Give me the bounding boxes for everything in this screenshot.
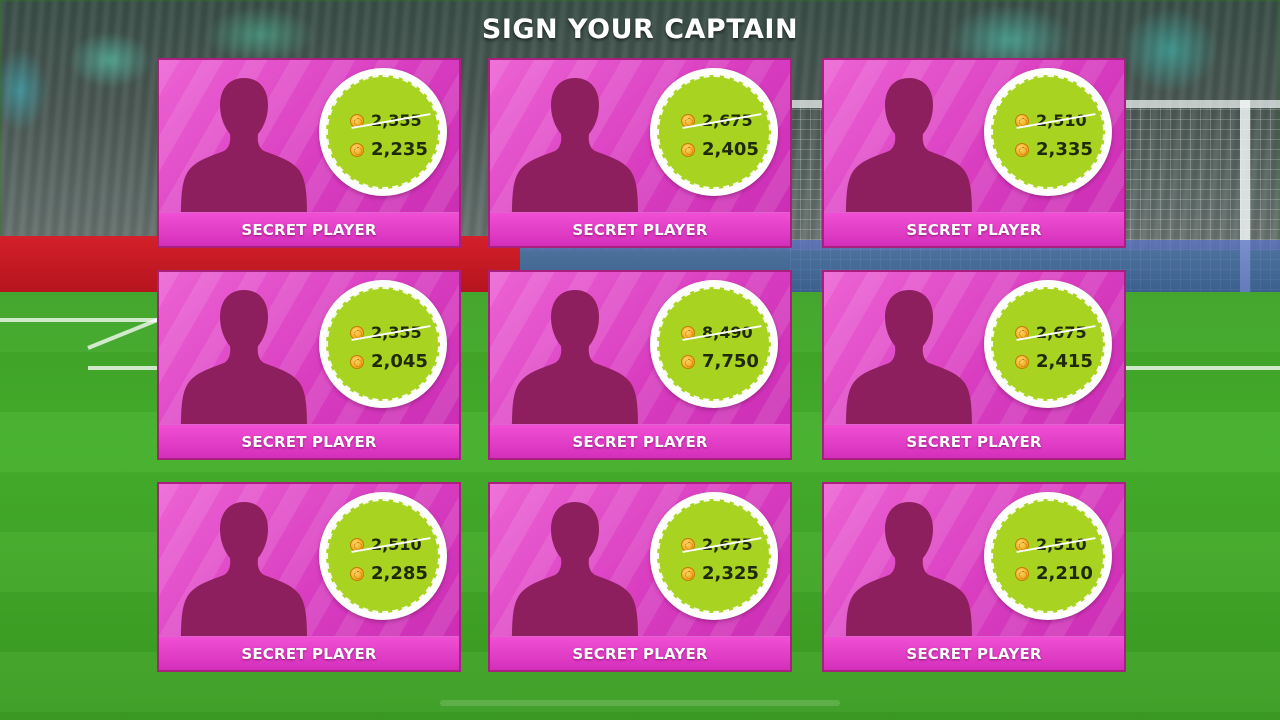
player-card-8[interactable]: 2,675 2,325 SECRET PLAYER xyxy=(488,482,792,672)
player-card-2[interactable]: 2,675 2,405 SECRET PLAYER xyxy=(488,58,792,248)
player-card-3[interactable]: 2,510 2,335 SECRET PLAYER xyxy=(822,58,1126,248)
player-card-6[interactable]: 2,675 2,415 SECRET PLAYER xyxy=(822,270,1126,460)
discounted-price-value: 2,210 xyxy=(1036,563,1093,584)
card-label: SECRET PLAYER xyxy=(159,424,459,458)
discounted-price: 2,210 xyxy=(1015,563,1093,584)
discounted-price-value: 2,045 xyxy=(371,351,428,372)
discounted-price-value: 7,750 xyxy=(702,351,759,372)
discounted-price-value: 2,405 xyxy=(702,139,759,160)
coin-icon xyxy=(1015,142,1029,157)
player-card-1[interactable]: 2,355 2,235 SECRET PLAYER xyxy=(157,58,461,248)
original-price: 2,355 xyxy=(350,323,431,342)
original-price: 2,675 xyxy=(681,535,762,554)
player-card-5[interactable]: 8,490 7,750 SECRET PLAYER xyxy=(488,270,792,460)
player-silhouette-icon xyxy=(181,78,307,214)
price-badge: 2,510 2,335 xyxy=(984,68,1112,196)
coin-icon xyxy=(681,566,695,581)
original-price: 2,355 xyxy=(350,111,431,130)
coin-icon xyxy=(1015,354,1029,369)
price-badge: 2,675 2,415 xyxy=(984,280,1112,408)
player-silhouette-icon xyxy=(512,78,638,214)
player-silhouette-icon xyxy=(181,290,307,426)
player-silhouette-icon xyxy=(846,290,972,426)
coin-icon xyxy=(1015,566,1029,581)
card-label: SECRET PLAYER xyxy=(824,212,1124,246)
player-card-9[interactable]: 2,510 2,210 SECRET PLAYER xyxy=(822,482,1126,672)
card-label: SECRET PLAYER xyxy=(824,424,1124,458)
original-price: 2,675 xyxy=(1015,323,1096,342)
discounted-price-value: 2,235 xyxy=(371,139,428,160)
coin-icon xyxy=(681,354,695,369)
card-label: SECRET PLAYER xyxy=(159,636,459,670)
discounted-price-value: 2,325 xyxy=(702,563,759,584)
price-badge: 2,510 2,210 xyxy=(984,492,1112,620)
discounted-price: 2,325 xyxy=(681,563,759,584)
discounted-price: 2,415 xyxy=(1015,351,1093,372)
player-silhouette-icon xyxy=(846,502,972,638)
card-label: SECRET PLAYER xyxy=(159,212,459,246)
discounted-price-value: 2,285 xyxy=(371,563,428,584)
card-label: SECRET PLAYER xyxy=(490,424,790,458)
price-badge: 2,355 2,045 xyxy=(319,280,447,408)
player-silhouette-icon xyxy=(846,78,972,214)
discounted-price: 2,335 xyxy=(1015,139,1093,160)
coin-icon xyxy=(350,142,364,157)
original-price: 2,510 xyxy=(1015,535,1096,554)
original-price: 8,490 xyxy=(681,323,762,342)
discounted-price-value: 2,415 xyxy=(1036,351,1093,372)
price-badge: 2,510 2,285 xyxy=(319,492,447,620)
player-silhouette-icon xyxy=(512,290,638,426)
player-card-grid: 2,355 2,235 SECRET PLAYER 2,675 2,4 xyxy=(0,0,1280,720)
price-badge: 2,675 2,405 xyxy=(650,68,778,196)
coin-icon xyxy=(350,566,364,581)
discounted-price: 2,235 xyxy=(350,139,428,160)
card-label: SECRET PLAYER xyxy=(824,636,1124,670)
discounted-price: 2,405 xyxy=(681,139,759,160)
player-silhouette-icon xyxy=(512,502,638,638)
discounted-price-value: 2,335 xyxy=(1036,139,1093,160)
card-label: SECRET PLAYER xyxy=(490,212,790,246)
player-silhouette-icon xyxy=(181,502,307,638)
price-badge: 2,355 2,235 xyxy=(319,68,447,196)
price-badge: 8,490 7,750 xyxy=(650,280,778,408)
discounted-price: 7,750 xyxy=(681,351,759,372)
original-price: 2,510 xyxy=(1015,111,1096,130)
coin-icon xyxy=(681,142,695,157)
coin-icon xyxy=(350,354,364,369)
player-card-7[interactable]: 2,510 2,285 SECRET PLAYER xyxy=(157,482,461,672)
discounted-price: 2,045 xyxy=(350,351,428,372)
discounted-price: 2,285 xyxy=(350,563,428,584)
card-label: SECRET PLAYER xyxy=(490,636,790,670)
original-price: 2,510 xyxy=(350,535,431,554)
original-price: 2,675 xyxy=(681,111,762,130)
player-card-4[interactable]: 2,355 2,045 SECRET PLAYER xyxy=(157,270,461,460)
price-badge: 2,675 2,325 xyxy=(650,492,778,620)
